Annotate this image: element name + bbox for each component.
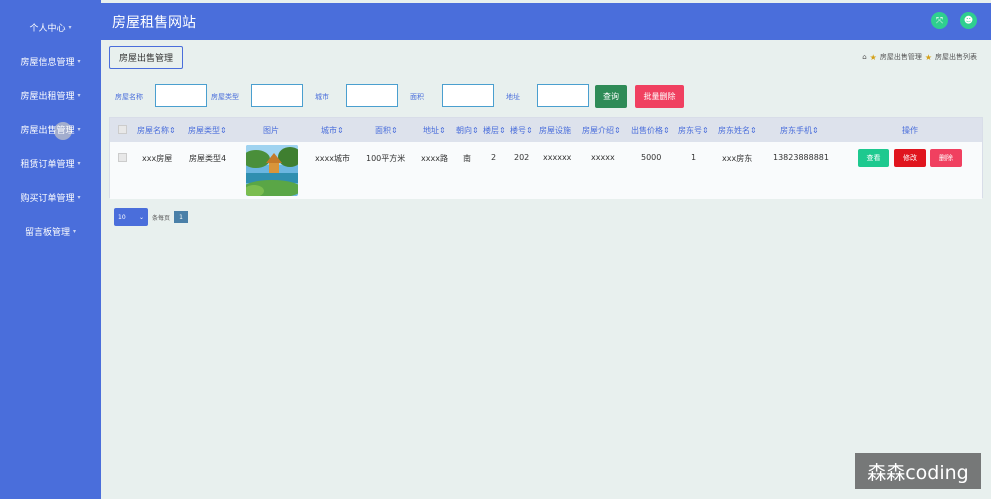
house-name-label: 房屋名称 — [115, 93, 143, 101]
cell-floor: 2 — [491, 153, 497, 162]
cell-address: xxxx路 — [421, 154, 448, 163]
row-checkbox[interactable] — [118, 153, 127, 162]
sidebar: 个人中心 ▾ 房屋信息管理 ▾ 房屋出租管理 ▾ 房屋出售管理 ▾ 租赁订单管理 ▾ 购买… — [0, 0, 101, 499]
th-house-name[interactable]: 房屋名称⇕ — [137, 125, 176, 136]
chevron-down-icon: ▾ — [77, 91, 81, 99]
cell-price: 5000 — [641, 153, 662, 162]
star-icon: ★ — [924, 52, 932, 62]
top-header: 房屋租售网站 ⤧ ☻ — [101, 3, 991, 40]
delete-button[interactable]: 删除 — [930, 149, 962, 167]
breadcrumb-item: 房屋出售列表 — [935, 53, 977, 61]
th-house-type[interactable]: 房屋类型⇕ — [188, 125, 227, 136]
page-size-value: 10 — [118, 213, 126, 221]
th-landlord-phone[interactable]: 房东手机⇕ — [780, 125, 819, 136]
th-floor[interactable]: 楼层⇕ — [483, 125, 506, 136]
chevron-down-icon: ▾ — [68, 23, 72, 31]
fullscreen-button[interactable]: ⤧ — [931, 12, 948, 29]
house-type-label: 房屋类型 — [211, 93, 239, 101]
house-sale-table: 房屋名称⇕ 房屋类型⇕ 图片 城市⇕ 面积⇕ 地址⇕ 朝向⇕ 楼层⇕ 楼号⇕ 房… — [109, 117, 983, 199]
tab-house-sale[interactable]: 房屋出售管理 — [109, 46, 183, 69]
cell-building: 202 — [514, 153, 530, 162]
user-icon: ☻ — [963, 15, 974, 26]
chevron-down-icon: ▾ — [77, 125, 81, 133]
th-intro[interactable]: 房屋介绍⇕ — [582, 125, 621, 136]
sidebar-item-label: 房屋出售管理 — [20, 125, 75, 136]
cell-landlord-no: 1 — [691, 153, 697, 162]
cell-house-type: 房屋类型4 — [189, 154, 227, 163]
query-button[interactable]: 查询 — [595, 85, 627, 108]
main-content: 房屋出售管理 ⌂ ★ 房屋出售管理 ★ 房屋出售列表 房屋名称 房屋类型 城市 … — [101, 40, 991, 499]
th-landlord-no[interactable]: 房东号⇕ — [678, 125, 709, 136]
sidebar-item-label: 租赁订单管理 — [20, 159, 75, 170]
watermark: 森森coding — [855, 453, 981, 489]
house-image — [246, 145, 298, 196]
th-facilities: 房屋设施 — [539, 126, 571, 135]
chevron-down-icon: ▾ — [77, 193, 81, 201]
th-address[interactable]: 地址⇕ — [423, 125, 446, 136]
page-number-button[interactable]: 1 — [174, 211, 189, 223]
city-input[interactable] — [346, 84, 398, 107]
expand-icon: ⤧ — [935, 15, 944, 26]
chevron-down-icon: ▾ — [73, 227, 77, 235]
cell-landlord-name: xxx房东 — [722, 154, 753, 163]
sidebar-item-label: 购买订单管理 — [20, 193, 75, 204]
per-page-label: 条每页 — [152, 214, 171, 222]
sidebar-item-label: 房屋出租管理 — [20, 91, 75, 102]
site-title: 房屋租售网站 — [112, 15, 196, 31]
th-orientation[interactable]: 朝向⇕ — [456, 125, 479, 136]
sidebar-item-house-rent[interactable]: 房屋出租管理 ▾ — [0, 78, 101, 112]
star-icon: ★ — [869, 52, 877, 62]
cell-facilities: xxxxxx — [543, 153, 572, 162]
breadcrumb: ⌂ ★ 房屋出售管理 ★ 房屋出售列表 — [862, 52, 977, 62]
cell-landlord-phone: 13823888881 — [773, 153, 829, 162]
table-row: xxx房屋 房屋类型4 xxxx城市 100平方米 xxxx路 南 2 202 … — [110, 142, 982, 199]
cell-city: xxxx城市 — [315, 154, 350, 163]
user-button[interactable]: ☻ — [960, 12, 977, 29]
edit-button[interactable]: 修改 — [894, 149, 926, 167]
th-city[interactable]: 城市⇕ — [321, 125, 344, 136]
th-actions: 操作 — [902, 126, 918, 135]
th-image: 图片 — [263, 126, 279, 135]
address-input[interactable] — [537, 84, 589, 107]
sidebar-item-label: 留言板管理 — [24, 227, 70, 238]
pagination: 10 ⌄ 条每页 1 — [114, 208, 189, 226]
sidebar-item-label: 个人中心 — [29, 23, 66, 34]
sidebar-item-message-board[interactable]: 留言板管理 ▾ — [0, 214, 101, 248]
city-label: 城市 — [315, 93, 329, 101]
area-input[interactable] — [442, 84, 494, 107]
view-button[interactable]: 查看 — [858, 149, 889, 167]
th-landlord-name[interactable]: 房东姓名⇕ — [718, 125, 757, 136]
sidebar-item-label: 房屋信息管理 — [20, 57, 75, 68]
sidebar-item-personal-center[interactable]: 个人中心 ▾ — [0, 10, 101, 44]
area-label: 面积 — [410, 93, 424, 101]
cell-area: 100平方米 — [366, 154, 406, 163]
cell-house-name: xxx房屋 — [142, 154, 173, 163]
house-name-input[interactable] — [155, 84, 207, 107]
table-header: 房屋名称⇕ 房屋类型⇕ 图片 城市⇕ 面积⇕ 地址⇕ 朝向⇕ 楼层⇕ 楼号⇕ 房… — [110, 118, 982, 142]
cell-orientation: 南 — [463, 154, 471, 163]
home-icon[interactable]: ⌂ — [862, 53, 866, 61]
th-area[interactable]: 面积⇕ — [375, 125, 398, 136]
sidebar-item-rent-orders[interactable]: 租赁订单管理 ▾ — [0, 146, 101, 180]
search-bar: 房屋名称 房屋类型 城市 面积 地址 查询 批量删除 — [115, 84, 975, 108]
chevron-down-icon: ⌄ — [138, 213, 144, 221]
breadcrumb-item[interactable]: 房屋出售管理 — [880, 52, 922, 62]
select-all-checkbox[interactable] — [118, 125, 127, 134]
batch-delete-button[interactable]: 批量删除 — [635, 85, 684, 108]
th-building[interactable]: 楼号⇕ — [510, 125, 533, 136]
sidebar-item-purchase-orders[interactable]: 购买订单管理 ▾ — [0, 180, 101, 214]
chevron-down-icon: ▾ — [77, 159, 81, 167]
address-label: 地址 — [506, 93, 520, 101]
sidebar-item-house-sale[interactable]: 房屋出售管理 ▾ — [0, 112, 101, 146]
house-type-input[interactable] — [251, 84, 303, 107]
cell-intro: xxxxx — [591, 153, 615, 162]
chevron-down-icon: ▾ — [77, 57, 81, 65]
page-size-select[interactable]: 10 ⌄ — [114, 208, 148, 226]
sidebar-item-house-info[interactable]: 房屋信息管理 ▾ — [0, 44, 101, 78]
th-price[interactable]: 出售价格⇕ — [631, 125, 670, 136]
